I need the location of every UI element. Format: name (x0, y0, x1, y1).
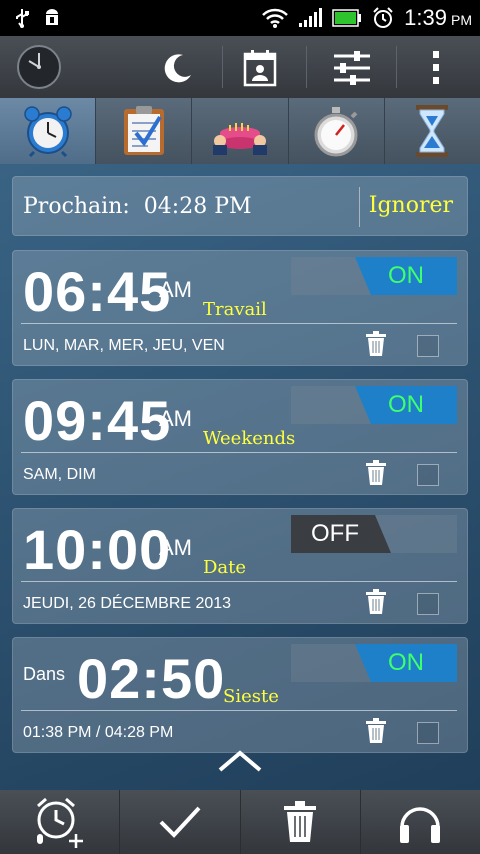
next-alarm-card: Prochain: 04:28 PM Ignorer (12, 176, 468, 236)
alarm-card[interactable]: 10:00 AM Date OFF JEUDI, 26 DÉCEMBRE 201… (12, 508, 468, 624)
toggle-on-state: ON (355, 257, 457, 295)
next-alarm-label: Prochain: (23, 193, 130, 219)
alarm-label: Travail (203, 299, 267, 320)
add-alarm-icon (36, 797, 83, 848)
delete-alarm-icon[interactable] (365, 589, 387, 615)
select-checkbox[interactable] (417, 722, 439, 744)
next-alarm-time: 04:28 PM (143, 193, 252, 219)
divider (359, 187, 360, 227)
delete-nap-icon[interactable] (365, 718, 387, 744)
night-mode-button[interactable] (156, 46, 200, 90)
checklist-icon (123, 106, 164, 155)
select-checkbox[interactable] (417, 593, 439, 615)
confirm-button[interactable] (120, 790, 241, 854)
ignore-button[interactable]: Ignorer (369, 193, 453, 218)
divider (306, 46, 307, 88)
headphones-icon (400, 807, 441, 843)
toggle-on-state: ON (355, 644, 457, 682)
add-alarm-button[interactable] (0, 790, 121, 854)
trash-icon (284, 801, 317, 842)
tab-tasks[interactable] (96, 98, 193, 164)
stopwatch-icon (314, 107, 358, 157)
divider (21, 710, 457, 711)
delete-alarm-icon[interactable] (365, 331, 387, 357)
tab-timer[interactable] (385, 98, 480, 164)
alarm-toggle[interactable]: ON (291, 386, 457, 424)
nap-card[interactable]: Dans 02:50 Sieste ON 01:38 PM / 04:28 PM (12, 637, 468, 753)
delete-alarm-icon[interactable] (365, 460, 387, 486)
alarm-toggle[interactable]: ON (291, 257, 457, 295)
divider (222, 46, 223, 88)
alarm-time: 06:45 (23, 260, 172, 323)
nap-range: 01:38 PM / 04:28 PM (23, 724, 174, 741)
birthday-icon (213, 123, 267, 155)
tab-alarms[interactable] (0, 98, 97, 164)
alarm-days: SAM, DIM (23, 466, 96, 483)
alarm-status-icon (373, 7, 393, 28)
alarm-card[interactable]: 06:45 AM Travail ON LUN, MAR, MER, JEU, … (12, 250, 468, 366)
overflow-menu-button[interactable] (414, 46, 458, 90)
alarm-label: Weekends (203, 428, 296, 449)
toggle-on-state: ON (355, 386, 457, 424)
calendar-contacts-button[interactable] (238, 46, 282, 90)
alarm-time: 10:00 (23, 518, 172, 581)
divider (21, 323, 457, 324)
action-bar (0, 36, 480, 98)
alarm-ampm: AM (159, 277, 192, 302)
nap-label: Sieste (223, 686, 279, 707)
tab-birthdays[interactable] (192, 98, 289, 164)
alarm-days: JEUDI, 26 DÉCEMBRE 2013 (23, 595, 232, 612)
divider (396, 46, 397, 88)
select-checkbox[interactable] (417, 335, 439, 357)
android-debug-icon (46, 9, 58, 25)
nap-countdown: 02:50 (77, 647, 226, 710)
alarm-time: 09:45 (23, 389, 172, 452)
alarm-ampm: AM (159, 406, 192, 431)
chevron-up-icon[interactable] (218, 750, 262, 772)
audio-button[interactable] (361, 790, 480, 854)
tab-stopwatch[interactable] (289, 98, 385, 164)
alarm-toggle[interactable]: OFF (291, 515, 457, 553)
alarm-ampm: AM (159, 535, 192, 560)
alarm-label: Date (203, 557, 247, 578)
status-time: 1:39 PM (404, 5, 472, 30)
usb-icon (16, 9, 29, 28)
moon-icon (164, 54, 191, 83)
checkmark-icon (159, 806, 201, 838)
bottom-toolbar (0, 790, 480, 854)
divider (21, 452, 457, 453)
nap-toggle[interactable]: ON (291, 644, 457, 682)
settings-button[interactable] (330, 46, 374, 90)
alarm-days: LUN, MAR, MER, JEU, VEN (23, 337, 225, 354)
alarm-clock-icon (23, 106, 72, 157)
signal-icon (299, 8, 323, 27)
delete-button[interactable] (241, 790, 361, 854)
toggle-off-state: OFF (291, 515, 391, 553)
status-bar: 1:39 PM (0, 0, 480, 36)
battery-icon (332, 9, 362, 27)
clock-widget-icon[interactable] (16, 44, 62, 90)
tab-bar (0, 98, 480, 164)
divider (21, 581, 457, 582)
alarm-card[interactable]: 09:45 AM Weekends ON SAM, DIM (12, 379, 468, 495)
wifi-icon (262, 8, 289, 28)
nap-prefix: Dans (23, 664, 66, 684)
hourglass-icon (416, 105, 449, 157)
sliders-icon (334, 51, 370, 85)
more-vertical-icon (433, 51, 439, 84)
select-checkbox[interactable] (417, 464, 439, 486)
calendar-icon (243, 50, 277, 87)
